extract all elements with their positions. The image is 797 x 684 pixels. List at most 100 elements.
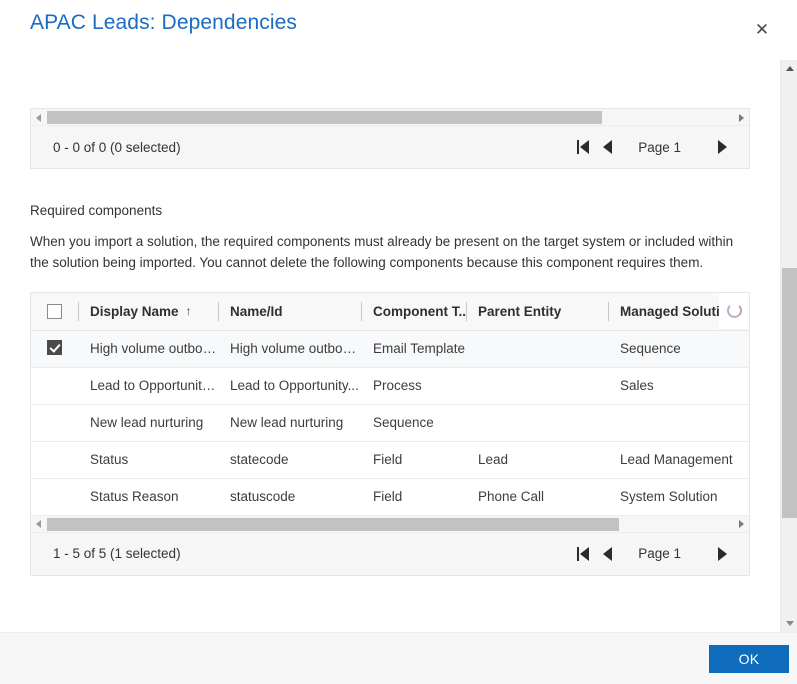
table-row[interactable]: Status Reason statuscode Field Phone Cal… [31,478,749,516]
page-vertical-scrollbar[interactable] [780,60,797,632]
hscroll-thumb[interactable] [47,111,602,124]
scroll-down-arrow-icon[interactable] [781,615,797,632]
bottom-grid-pager: 1 - 5 of 5 (1 selected) Page 1 [31,532,749,575]
required-components-section: Required components When you import a so… [30,203,750,274]
cell-name-id: Lead to Opportunity... [218,367,361,405]
top-grid-record-count: 0 - 0 of 0 (0 selected) [53,139,181,155]
table-row[interactable]: High volume outbou... High volume outbou… [31,330,749,368]
first-page-button[interactable] [572,541,594,567]
column-divider [218,301,219,321]
page-title: APAC Leads: Dependencies [30,11,298,34]
cell-name-id: New lead nurturing [218,404,361,442]
dialog-body: 0 - 0 of 0 (0 selected) Page 1 Required … [0,60,780,632]
hscroll-left-arrow-icon[interactable] [31,516,46,533]
dialog-footer: OK [0,632,797,684]
table-head: Display Name ↑ Name/Id Component T.. Par… [31,292,749,331]
next-page-button[interactable] [711,541,733,567]
cell-managed-solution: Sequence [608,330,749,368]
row-checkbox[interactable] [47,339,62,355]
row-select-cell [31,478,78,516]
first-page-bar-icon [576,546,580,561]
previous-page-button[interactable] [596,541,618,567]
row-select-cell [31,330,78,368]
ok-button[interactable]: OK [709,644,789,673]
hscroll-right-arrow-icon[interactable] [734,516,749,533]
cell-parent-entity: Phone Call [466,478,608,516]
chevron-right-icon [717,140,727,154]
cell-display-name: New lead nurturing [78,404,218,442]
section-title: Required components [30,203,163,218]
first-page-button[interactable] [572,134,594,160]
column-header-parent-entity-label: Parent Entity [478,303,562,319]
cell-component-type: Email Template [361,330,466,368]
first-page-arrow-icon [580,140,590,154]
column-header-display-name-label: Display Name [90,303,179,319]
cell-display-name: High volume outbou... [78,330,218,368]
chevron-left-icon [602,140,612,154]
column-divider [78,301,79,321]
cell-managed-solution [608,404,749,442]
row-select-cell [31,367,78,405]
hscroll-right-arrow-icon[interactable] [734,109,749,126]
cell-name-id: High volume outbou... [218,330,361,368]
column-header-component-type[interactable]: Component T.. [361,292,466,331]
cell-component-type: Process [361,367,466,405]
bottom-grid-pager-nav: Page 1 [572,541,733,567]
scroll-up-arrow-icon[interactable] [781,60,797,77]
table-row[interactable]: Status statecode Field Lead Lead Managem… [31,441,749,479]
column-divider [466,301,467,321]
cell-component-type: Field [361,478,466,516]
cell-managed-solution: Sales [608,367,749,405]
cell-parent-entity: Lead [466,441,608,479]
cell-name-id: statuscode [218,478,361,516]
column-header-name-id[interactable]: Name/Id [218,292,361,331]
table-row[interactable]: Lead to Opportunity... Lead to Opportuni… [31,367,749,405]
grid-refresh-button[interactable] [719,292,749,329]
close-icon[interactable]: ✕ [749,16,775,42]
dependencies-dialog: APAC Leads: Dependencies ✕ 0 - 0 of 0 (0… [0,0,797,684]
column-header-display-name[interactable]: Display Name ↑ [78,292,218,331]
first-page-arrow-icon [580,546,590,561]
cell-display-name: Lead to Opportunity... [78,367,218,405]
required-components-table-wrap: Display Name ↑ Name/Id Component T.. Par… [30,291,750,516]
top-grid-block: 0 - 0 of 0 (0 selected) Page 1 [30,108,750,169]
cell-managed-solution: Lead Management [608,441,749,479]
row-select-cell [31,441,78,479]
dialog-titlebar: APAC Leads: Dependencies ✕ [0,0,797,60]
chevron-right-icon [717,546,727,561]
column-header-name-id-label: Name/Id [230,303,283,319]
top-grid-hscrollbar[interactable] [31,109,749,126]
table-header-row: Display Name ↑ Name/Id Component T.. Par… [31,292,749,331]
cell-display-name: Status Reason [78,478,218,516]
cell-managed-solution: System Solution [608,478,749,516]
row-select-cell [31,404,78,442]
chevron-left-icon [602,546,612,561]
column-header-parent-entity[interactable]: Parent Entity [466,292,608,331]
required-components-table: Display Name ↑ Name/Id Component T.. Par… [31,292,749,516]
column-header-component-type-label: Component T.. [373,303,466,319]
table-body: High volume outbou... High volume outbou… [31,330,749,516]
select-all-checkbox[interactable] [47,303,62,319]
cell-parent-entity [466,367,608,405]
top-grid-pager: 0 - 0 of 0 (0 selected) Page 1 [31,126,749,168]
cell-component-type: Field [361,441,466,479]
column-header-select-all [31,292,78,331]
vertical-scroll-thumb[interactable] [782,268,797,518]
cell-name-id: statecode [218,441,361,479]
table-row[interactable]: New lead nurturing New lead nurturing Se… [31,404,749,442]
previous-page-button[interactable] [596,134,618,160]
cell-parent-entity [466,330,608,368]
bottom-grid-hscrollbar[interactable] [31,515,749,533]
hscroll-left-arrow-icon[interactable] [31,109,46,126]
bottom-grid-page-label: Page 1 [638,546,681,562]
loading-spinner-icon [726,303,742,319]
dialog-body-region: 0 - 0 of 0 (0 selected) Page 1 Required … [0,60,797,632]
cell-parent-entity [466,404,608,442]
next-page-button[interactable] [711,134,733,160]
hscroll-thumb[interactable] [47,517,619,531]
top-grid-pager-nav: Page 1 [572,134,733,160]
column-header-managed-solution[interactable]: Managed Solution [608,292,749,331]
cell-display-name: Status [78,441,218,479]
sort-ascending-icon: ↑ [185,304,192,319]
column-divider [608,301,609,321]
